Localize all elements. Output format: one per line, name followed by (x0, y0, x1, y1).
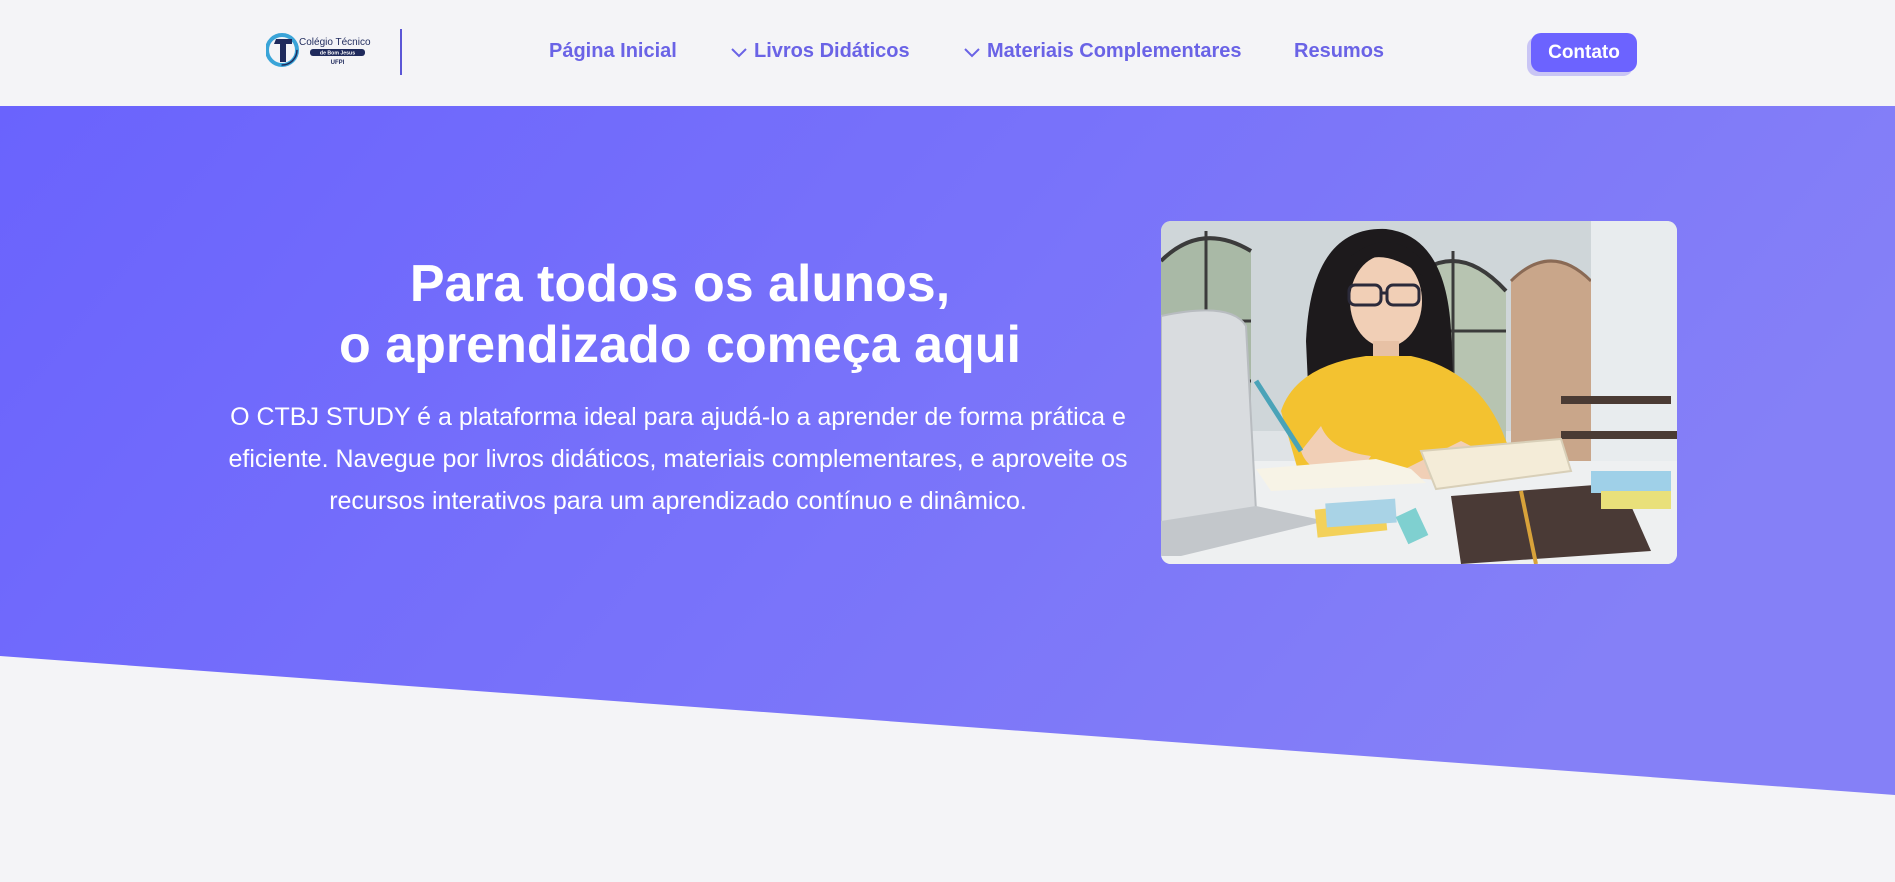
hero-description: O CTBJ STUDY é a plataforma ideal para a… (228, 403, 1128, 515)
logo-emblem-icon: Colégio Técnico de Bom Jesus UFPI (265, 33, 371, 67)
logo-subtitle: de Bom Jesus (320, 51, 355, 57)
chevron-down-icon (731, 47, 747, 57)
hero-photo (1161, 221, 1677, 564)
contact-button[interactable]: Contato (1531, 33, 1637, 72)
hero-section: Para todos os alunos, o aprendizado come… (0, 106, 1895, 796)
nav-item-materials[interactable]: Materiais Complementares (963, 40, 1242, 63)
logo-org: UFPI (331, 60, 345, 66)
nav-item-label: Livros Didáticos (754, 40, 910, 62)
hero-title: Para todos os alunos, o aprendizado come… (180, 254, 1180, 376)
student-studying-photo (1161, 221, 1677, 564)
hero-title-line-2: o aprendizado começa aqui (339, 316, 1021, 374)
nav-item-label: Materiais Complementares (987, 40, 1242, 62)
nav-item-label: Página Inicial (549, 40, 677, 62)
school-logo[interactable]: Colégio Técnico de Bom Jesus UFPI (265, 28, 381, 72)
nav-item-textbooks[interactable]: Livros Didáticos (730, 40, 910, 63)
site-header: Colégio Técnico de Bom Jesus UFPI Página… (0, 0, 1895, 106)
logo-name: Colégio Técnico (299, 37, 371, 48)
nav-item-summaries[interactable]: Resumos (1294, 40, 1384, 63)
logo-divider (400, 29, 402, 75)
hero-title-line-1: Para todos os alunos, (409, 255, 951, 313)
chevron-down-icon (964, 47, 980, 57)
nav-item-home[interactable]: Página Inicial (549, 40, 677, 63)
nav-item-label: Resumos (1294, 40, 1385, 62)
